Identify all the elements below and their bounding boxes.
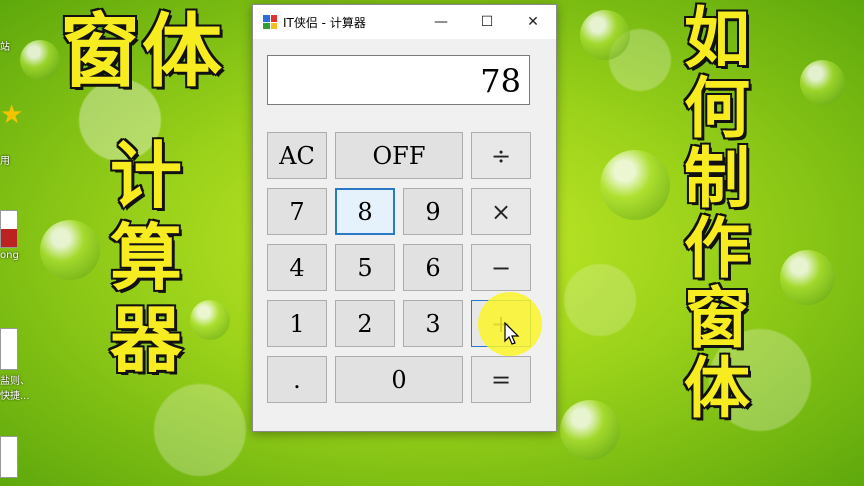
water-drop	[800, 60, 845, 105]
overlay-column-left: 计 算 器	[108, 134, 183, 382]
digit-0-button[interactable]: 0	[335, 356, 463, 403]
ac-button[interactable]: AC	[267, 132, 327, 179]
decimal-point-button[interactable]: .	[267, 356, 327, 403]
title-bar[interactable]: IT侠侣 - 计算器 — ☐ ✕	[253, 5, 556, 39]
desktop-icon-label: ong	[0, 250, 19, 261]
desktop-icon[interactable]: ★	[0, 100, 34, 130]
digit-7-button[interactable]: 7	[267, 188, 327, 235]
desktop-icon-label: 盐则、快捷...	[0, 376, 30, 402]
desktop-icon-label: 用	[0, 156, 10, 167]
desktop-icon[interactable]: 用	[0, 152, 34, 167]
mouse-cursor-icon	[504, 322, 520, 345]
overlay-char: 器	[108, 298, 183, 382]
overlay-char: 制	[683, 140, 752, 217]
desktop-icon[interactable]: 盐则、快捷...	[0, 328, 34, 402]
water-drop	[580, 10, 630, 60]
digit-8-button[interactable]: 8	[335, 188, 395, 235]
water-drop	[40, 220, 100, 280]
overlay-char: 体	[141, 5, 224, 98]
spreadsheet-icon	[0, 436, 18, 478]
result-display: 78	[267, 55, 530, 105]
digit-2-button[interactable]: 2	[335, 300, 395, 347]
digit-3-button[interactable]: 3	[403, 300, 463, 347]
calculator-window: IT侠侣 - 计算器 — ☐ ✕ 78 AC OFF ÷ 7 8 9 × 4 5…	[252, 4, 557, 432]
digit-4-button[interactable]: 4	[267, 244, 327, 291]
overlay-column-right: 如 何 制 作 窗 体	[683, 0, 752, 427]
divide-button[interactable]: ÷	[471, 132, 531, 179]
desktop-icon[interactable]: ong	[0, 210, 34, 261]
close-button[interactable]: ✕	[510, 5, 556, 39]
plus-button[interactable]: +	[471, 300, 531, 347]
off-button[interactable]: OFF	[335, 132, 463, 179]
overlay-char: 窗	[683, 280, 752, 357]
spreadsheet-icon	[0, 328, 18, 370]
app-icon	[263, 15, 277, 29]
overlay-char: 算	[108, 216, 183, 300]
digit-5-button[interactable]: 5	[335, 244, 395, 291]
overlay-char: 窗	[59, 5, 142, 98]
water-drop	[600, 150, 670, 220]
overlay-char: 体	[683, 350, 752, 427]
multiply-button[interactable]: ×	[471, 188, 531, 235]
desktop-icon[interactable]	[0, 436, 34, 480]
window-title: IT侠侣 - 计算器	[283, 15, 366, 30]
desktop-icon[interactable]: 站	[0, 38, 34, 53]
overlay-char: 计	[108, 134, 183, 218]
minus-button[interactable]: −	[471, 244, 531, 291]
overlay-char: 如	[683, 0, 752, 77]
overlay-title-left: 窗 体	[59, 5, 224, 98]
maximize-button[interactable]: ☐	[464, 5, 510, 39]
document-icon	[0, 210, 18, 248]
digit-1-button[interactable]: 1	[267, 300, 327, 347]
minimize-button[interactable]: —	[418, 5, 464, 39]
overlay-char: 何	[683, 70, 752, 147]
overlay-char: 作	[683, 210, 752, 287]
star-icon: ★	[0, 100, 24, 130]
desktop-icon-label: 站	[0, 42, 10, 53]
water-drop	[780, 250, 835, 305]
water-drop	[560, 400, 620, 460]
digit-9-button[interactable]: 9	[403, 188, 463, 235]
equals-button[interactable]: =	[471, 356, 531, 403]
digit-6-button[interactable]: 6	[403, 244, 463, 291]
water-drop	[190, 300, 230, 340]
